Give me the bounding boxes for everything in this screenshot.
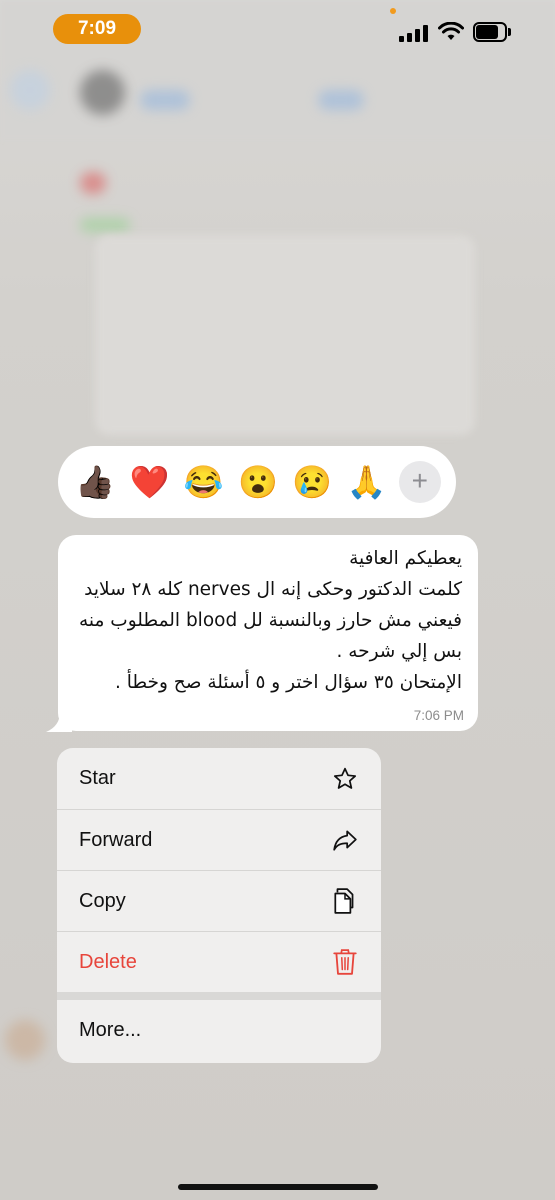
blurred-avatar: [5, 1020, 45, 1060]
menu-item-delete-label: Delete: [79, 950, 137, 973]
menu-item-copy[interactable]: Copy: [57, 870, 381, 931]
copy-icon: [331, 887, 359, 915]
menu-item-delete[interactable]: Delete: [57, 931, 381, 992]
wifi-icon: [438, 22, 464, 40]
blurred-back-icon: [10, 70, 50, 110]
blurred-element: [318, 90, 364, 110]
trash-icon: [331, 948, 359, 976]
message-text: يعطيكم العافية كلمت الدكتور وحكى إنه ال …: [79, 548, 462, 693]
reaction-pray[interactable]: 🙏: [345, 460, 389, 504]
menu-item-forward-label: Forward: [79, 828, 153, 851]
reaction-surprised[interactable]: 😮: [236, 460, 280, 504]
forward-arrow-icon: [331, 826, 359, 854]
blurred-element: [80, 172, 106, 194]
blurred-avatar: [80, 70, 125, 115]
menu-item-more[interactable]: More...: [57, 1000, 381, 1061]
blurred-element: [140, 90, 190, 110]
menu-section-separator: [57, 992, 381, 1000]
status-time: 7:09: [53, 14, 141, 44]
menu-item-copy-label: Copy: [79, 889, 126, 912]
blurred-element: [80, 218, 130, 232]
star-icon: [331, 765, 359, 793]
reaction-bar: 👍🏿 ❤️ 😂 😮 😢 🙏 +: [58, 446, 456, 518]
message-bubble[interactable]: يعطيكم العافية كلمت الدكتور وحكى إنه ال …: [58, 535, 478, 731]
menu-item-star-label: Star: [79, 767, 116, 789]
more-reactions-plus-icon[interactable]: +: [398, 461, 441, 503]
reaction-crying[interactable]: 😢: [290, 460, 334, 504]
message-timestamp: 7:06 PM: [413, 708, 464, 723]
reaction-joy[interactable]: 😂: [182, 460, 226, 504]
status-bar: 7:09: [0, 0, 555, 60]
blurred-message-card: [95, 235, 475, 435]
reaction-heart[interactable]: ❤️: [127, 460, 171, 504]
message-context-menu: Star Forward Copy Delete More...: [57, 748, 381, 1063]
menu-item-forward[interactable]: Forward: [57, 809, 381, 870]
privacy-indicator-dot: [390, 8, 396, 14]
home-indicator[interactable]: [178, 1184, 378, 1190]
reaction-thumbs-up[interactable]: 👍🏿: [73, 460, 117, 504]
menu-item-more-label: More...: [79, 1019, 142, 1041]
signal-icon: [399, 24, 429, 42]
battery-icon: [473, 22, 513, 42]
menu-item-star[interactable]: Star: [57, 748, 381, 809]
